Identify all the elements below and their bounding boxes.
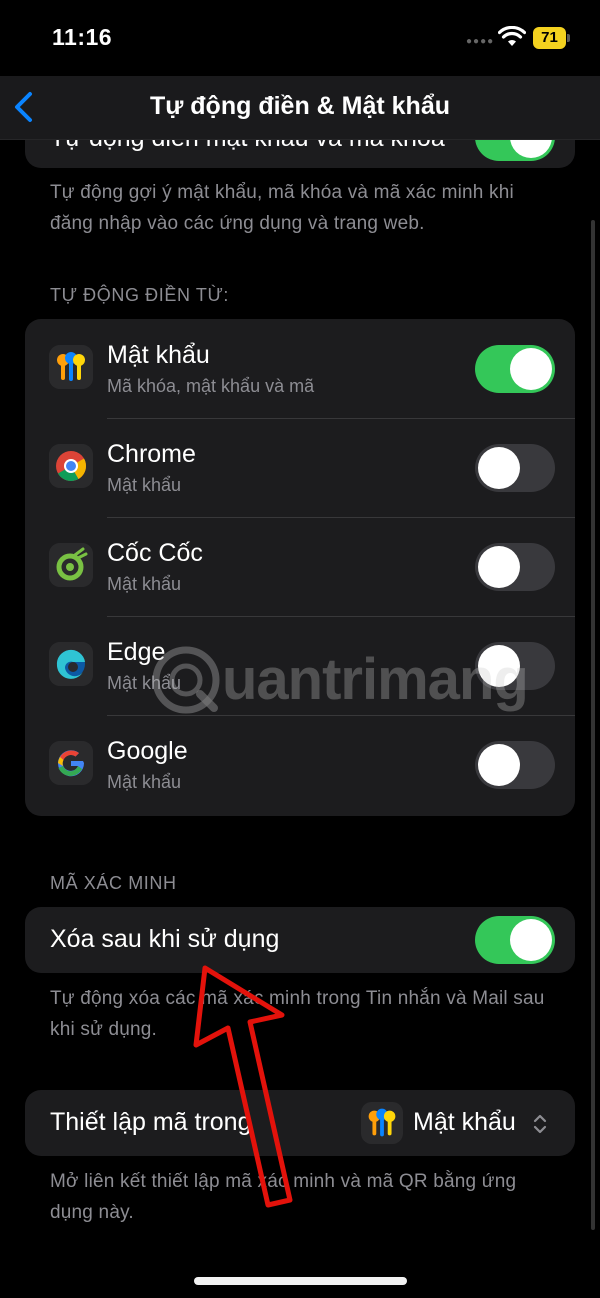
verification-code-header: MÃ XÁC MINH	[50, 873, 177, 893]
watermark: uantrimang	[150, 630, 529, 740]
source-title: Mật khẩu	[107, 341, 210, 369]
autofill-source-row-coccoc[interactable]: Cốc Cốc Mật khẩu	[25, 517, 575, 617]
cellular-signal-icon: ●●●●	[466, 36, 495, 47]
watermark-logo-icon	[152, 646, 220, 714]
passwords-toggle[interactable]	[475, 345, 555, 393]
autofill-source-row-passwords[interactable]: Mật khẩu Mã khóa, mật khẩu và mã	[25, 319, 575, 419]
coccoc-toggle[interactable]	[475, 543, 555, 591]
battery-icon: 71	[533, 27, 570, 49]
source-subtitle: Mã khóa, mật khẩu và mã	[107, 376, 315, 396]
status-bar: 11:16 ●●●● 71	[0, 0, 600, 76]
autofill-from-header: TỰ ĐỘNG ĐIỀN TỪ:	[50, 285, 230, 305]
google-toggle[interactable]	[475, 741, 555, 789]
chevron-up-down-icon	[533, 1114, 547, 1134]
autofill-source-row-chrome[interactable]: Chrome Mật khẩu	[25, 418, 575, 518]
watermark-text: uantrimang	[222, 647, 529, 712]
battery-level: 71	[533, 27, 566, 49]
passwords-app-icon	[49, 345, 93, 389]
source-title: Chrome	[107, 440, 196, 468]
source-subtitle: Mật khẩu	[107, 475, 182, 495]
home-indicator[interactable]	[194, 1277, 407, 1285]
annotation-arrow-icon	[193, 965, 293, 1208]
chrome-icon	[49, 444, 93, 488]
google-icon	[49, 741, 93, 785]
autofill-footer: Tự động gợi ý mật khẩu, mã khóa và mã xá…	[50, 182, 514, 234]
setup-codes-value[interactable]: Mật khẩu	[413, 1108, 516, 1137]
navigation-bar: Tự động điền & Mật khẩu	[0, 76, 600, 140]
edge-icon	[49, 642, 93, 686]
delete-after-use-toggle[interactable]	[475, 916, 555, 964]
page-title: Tự động điền & Mật khẩu	[149, 92, 451, 120]
delete-after-use-label: Xóa sau khi sử dụng	[50, 925, 280, 953]
source-subtitle: Mật khẩu	[107, 574, 182, 594]
scroll-indicator	[591, 220, 595, 1230]
source-title: Cốc Cốc	[107, 539, 203, 567]
source-title: Google	[107, 737, 188, 765]
wifi-icon	[498, 26, 526, 46]
autofill-sources-card: Mật khẩu Mã khóa, mật khẩu và mã Chrome …	[25, 319, 575, 816]
coccoc-icon	[49, 543, 93, 587]
passwords-app-icon	[361, 1102, 403, 1144]
status-time: 11:16	[52, 24, 113, 50]
source-subtitle: Mật khẩu	[107, 772, 182, 792]
chrome-toggle[interactable]	[475, 444, 555, 492]
